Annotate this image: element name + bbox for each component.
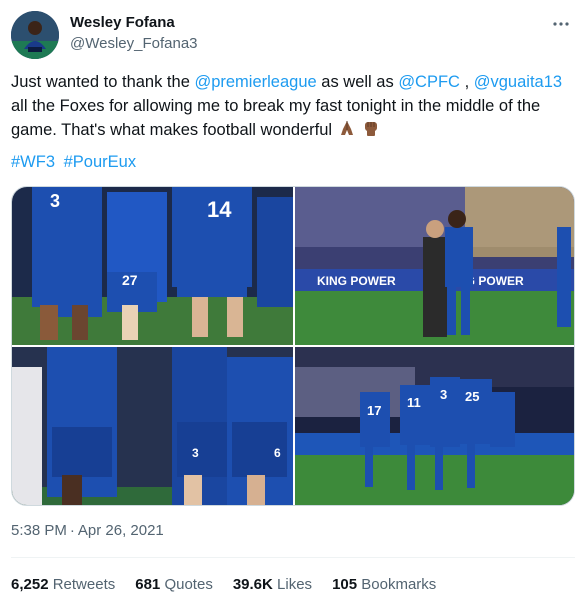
jersey-number: 6 — [274, 446, 281, 460]
avatar-image — [11, 11, 59, 59]
folded-hands-icon — [337, 118, 357, 145]
photo-players-huddle[interactable]: 14 27 3 — [12, 187, 293, 345]
jersey-number: 25 — [465, 389, 479, 404]
bookmarks-stat[interactable]: 105 Bookmarks — [332, 576, 436, 593]
avatar[interactable] — [11, 11, 59, 59]
timestamp[interactable]: 5:38 PM · Apr 26, 2021 — [11, 522, 164, 539]
tweet-text: Just wanted to thank the @premierleague … — [11, 70, 571, 145]
photo-hug-on-pitch[interactable]: KING POWER KING POWER — [295, 187, 574, 345]
more-options-icon[interactable] — [549, 12, 573, 36]
jersey-number: 17 — [367, 403, 381, 418]
text-part: all the Foxes for allowing me to break m… — [11, 97, 541, 139]
photo-players-closeup[interactable]: 3 6 — [12, 347, 293, 505]
quotes-count: 681 — [135, 576, 161, 593]
raised-fist-icon — [361, 118, 381, 145]
timestamp-time: 5:38 PM — [11, 522, 67, 539]
hashtag-poureux[interactable]: #PourEux — [64, 153, 136, 171]
retweets-count: 6,252 — [11, 576, 49, 593]
tweet: Wesley Fofana @Wesley_Fofana3 Just wante… — [0, 0, 587, 610]
separator-dot: · — [69, 522, 75, 539]
text-part: , — [459, 73, 474, 91]
jersey-number: 14 — [207, 197, 232, 222]
jersey-number: 3 — [440, 387, 447, 402]
quotes-label: Quotes — [164, 576, 213, 593]
quotes-stat[interactable]: 681 Quotes — [135, 576, 213, 593]
likes-stat[interactable]: 39.6K Likes — [233, 576, 312, 593]
jersey-number: 27 — [122, 272, 138, 288]
mention-vguaita13[interactable]: @vguaita13 — [474, 73, 562, 91]
hashtag-wf3[interactable]: #WF3 — [11, 153, 55, 171]
bookmarks-label: Bookmarks — [361, 576, 437, 593]
photo-team-celebration[interactable]: 17 11 3 25 — [295, 347, 574, 505]
bookmarks-count: 105 — [332, 576, 358, 593]
text-part: Just wanted to thank the — [11, 73, 195, 91]
retweets-label: Retweets — [52, 576, 116, 593]
mention-premierleague[interactable]: @premierleague — [194, 73, 316, 91]
likes-count: 39.6K — [232, 576, 273, 593]
author-name[interactable]: Wesley Fofana — [70, 14, 175, 31]
timestamp-date: Apr 26, 2021 — [77, 522, 164, 539]
media-grid: 14 27 3 KING POWER KING POWER 3 6 17 11 … — [11, 186, 575, 506]
hashtags: #WF3 #PourEux — [11, 153, 140, 172]
engagement-stats: 6,252 Retweets 681 Quotes 39.6K Likes 10… — [11, 576, 456, 593]
likes-label: Likes — [277, 576, 313, 593]
author-handle[interactable]: @Wesley_Fofana3 — [70, 35, 198, 52]
text-part: as well as — [316, 73, 399, 91]
mention-cpfc[interactable]: @CPFC — [398, 73, 460, 91]
jersey-number: 3 — [192, 446, 199, 460]
divider — [11, 557, 575, 558]
retweets-stat[interactable]: 6,252 Retweets — [11, 576, 115, 593]
advert-board: KING POWER — [317, 274, 396, 288]
jersey-number: 3 — [50, 191, 60, 211]
jersey-number: 11 — [407, 395, 421, 410]
